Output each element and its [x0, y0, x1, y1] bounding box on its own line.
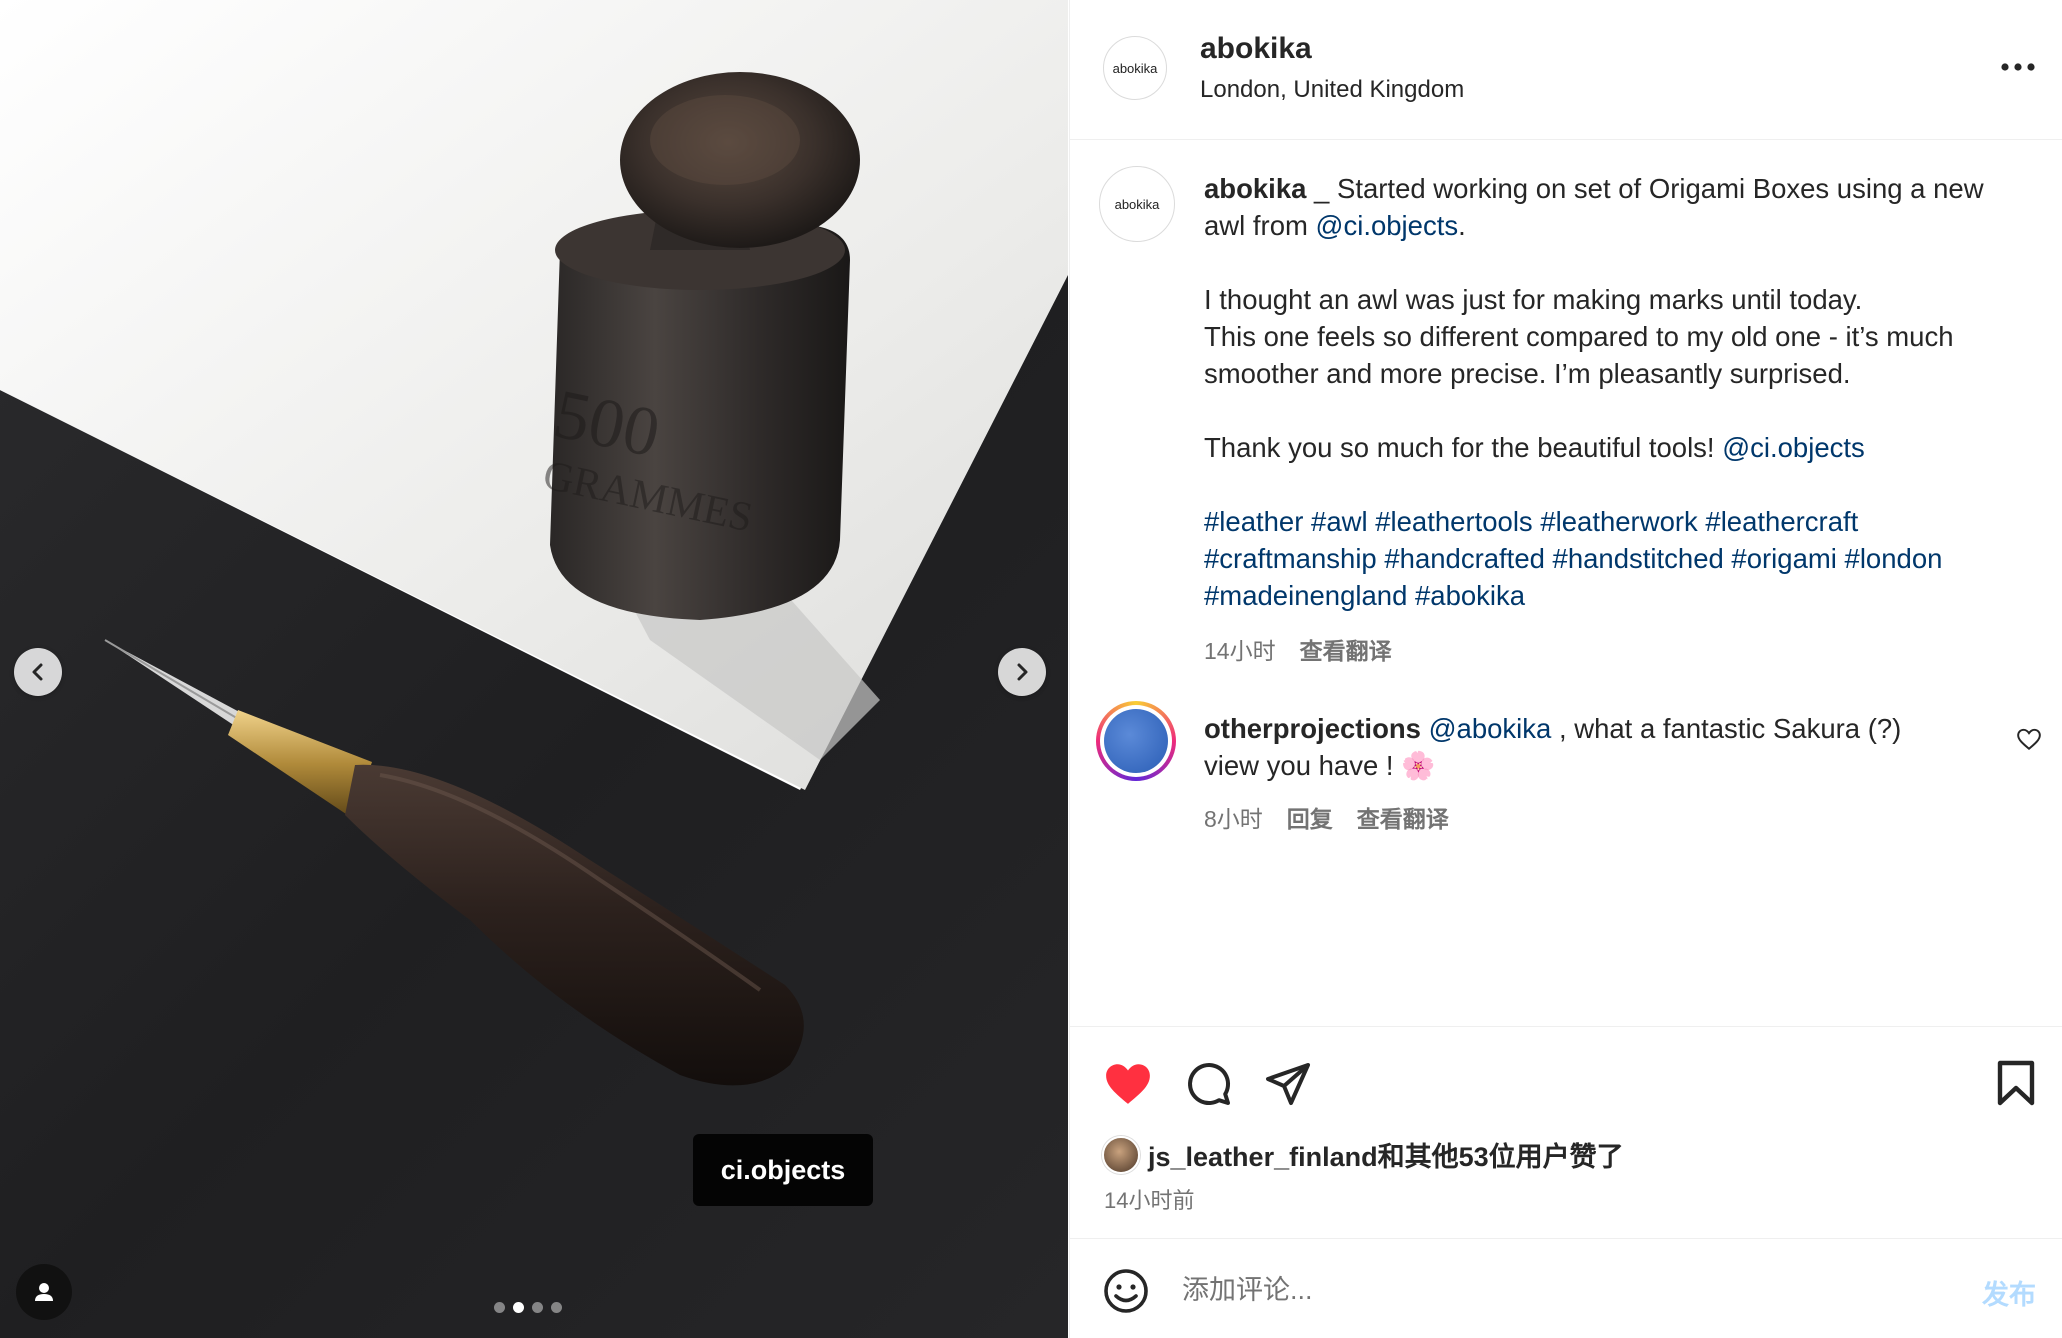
heart-filled-icon	[1106, 1064, 1150, 1104]
caption-mention[interactable]: @ci.objects	[1316, 210, 1459, 241]
caption-username[interactable]: abokika	[1204, 173, 1306, 204]
carousel-dot	[551, 1302, 562, 1313]
add-comment-bar: 发布	[1070, 1238, 2062, 1338]
post-header: abokika abokika London, United Kingdom	[1070, 0, 2062, 140]
likes-summary[interactable]: js_leather_finland和其他53位用户赞了	[1102, 1135, 1624, 1174]
reply-button[interactable]: 回复	[1287, 806, 1333, 832]
caption-punct: .	[1458, 210, 1466, 241]
comment-like-heart-icon[interactable]	[2016, 726, 2042, 752]
caption-paragraph: I thought an awl was just for making mar…	[1204, 284, 1863, 315]
caption-paragraph: This one feels so different compared to …	[1204, 321, 1954, 389]
carousel-indicator	[494, 1302, 562, 1313]
caption-avatar[interactable]: abokika	[1099, 166, 1175, 242]
caption-mention[interactable]: @ci.objects	[1722, 432, 1865, 463]
comment-mention[interactable]: @abokika	[1429, 713, 1552, 744]
comment-username[interactable]: otherprojections	[1204, 713, 1421, 744]
caption-meta: 14小时 查看翻译	[1204, 632, 1392, 666]
comment-icon	[1188, 1063, 1231, 1106]
carousel-prev-button[interactable]	[14, 648, 62, 696]
liker-avatar	[1102, 1135, 1140, 1174]
post-media: 500 GRAMMES ci.objects	[0, 0, 1068, 1338]
comment-button[interactable]	[1182, 1057, 1234, 1109]
comment-item: otherprojections @abokika , what a fanta…	[1204, 710, 1944, 784]
carousel-dot	[532, 1302, 543, 1313]
caption-hashtags[interactable]: #leather #awl #leathertools #leatherwork…	[1204, 503, 2024, 614]
caption-thanks: Thank you so much for the beautiful tool…	[1204, 432, 1723, 463]
post-author-username[interactable]: abokika	[1200, 32, 1312, 66]
comment-input[interactable]	[1180, 1265, 1940, 1315]
carousel-next-button[interactable]	[998, 648, 1046, 696]
post-actions: js_leather_finland和其他53位用户赞了 14小时前	[1070, 1026, 2062, 1236]
emoji-icon[interactable]	[1102, 1267, 1150, 1315]
comment-meta: 8小时 回复 查看翻译	[1204, 800, 1449, 834]
avatar[interactable]: abokika	[1103, 36, 1167, 100]
comment-time: 8小时	[1204, 806, 1263, 832]
caption-time: 14小时	[1204, 638, 1276, 664]
chevron-right-icon	[1017, 663, 1028, 681]
user-tag-icon	[35, 1283, 53, 1301]
product-tag-label[interactable]: ci.objects	[693, 1134, 873, 1206]
more-options-button[interactable]	[1995, 52, 2041, 82]
likes-text[interactable]: js_leather_finland和其他53位用户赞了	[1148, 1135, 1624, 1174]
avatar-logo-text: abokika	[1112, 60, 1158, 76]
carousel-dot-active	[513, 1302, 524, 1313]
chevron-left-icon	[32, 663, 43, 681]
more-horizontal-icon	[2001, 63, 2035, 71]
like-button[interactable]	[1102, 1057, 1154, 1109]
post-caption: abokika _ Started working on set of Orig…	[1204, 170, 2024, 614]
save-button[interactable]	[1990, 1057, 2042, 1109]
carousel-dot	[494, 1302, 505, 1313]
post-timestamp[interactable]: 14小时前	[1104, 1183, 1194, 1215]
post-photo: 500 GRAMMES	[0, 0, 1068, 1338]
post-comment-button[interactable]: 发布	[1982, 1273, 2036, 1312]
translate-button[interactable]: 查看翻译	[1300, 638, 1392, 664]
comment-translate-button[interactable]: 查看翻译	[1357, 806, 1449, 832]
share-button[interactable]	[1262, 1057, 1314, 1109]
share-icon	[1266, 1063, 1310, 1105]
post-location[interactable]: London, United Kingdom	[1200, 76, 1464, 104]
tagged-users-button[interactable]	[16, 1264, 72, 1320]
bookmark-icon	[1997, 1060, 2035, 1106]
comment-avatar[interactable]	[1096, 701, 1176, 781]
avatar-logo-text: abokika	[1114, 196, 1160, 212]
post-details-panel: abokika abokika London, United Kingdom a…	[1069, 0, 2062, 1338]
